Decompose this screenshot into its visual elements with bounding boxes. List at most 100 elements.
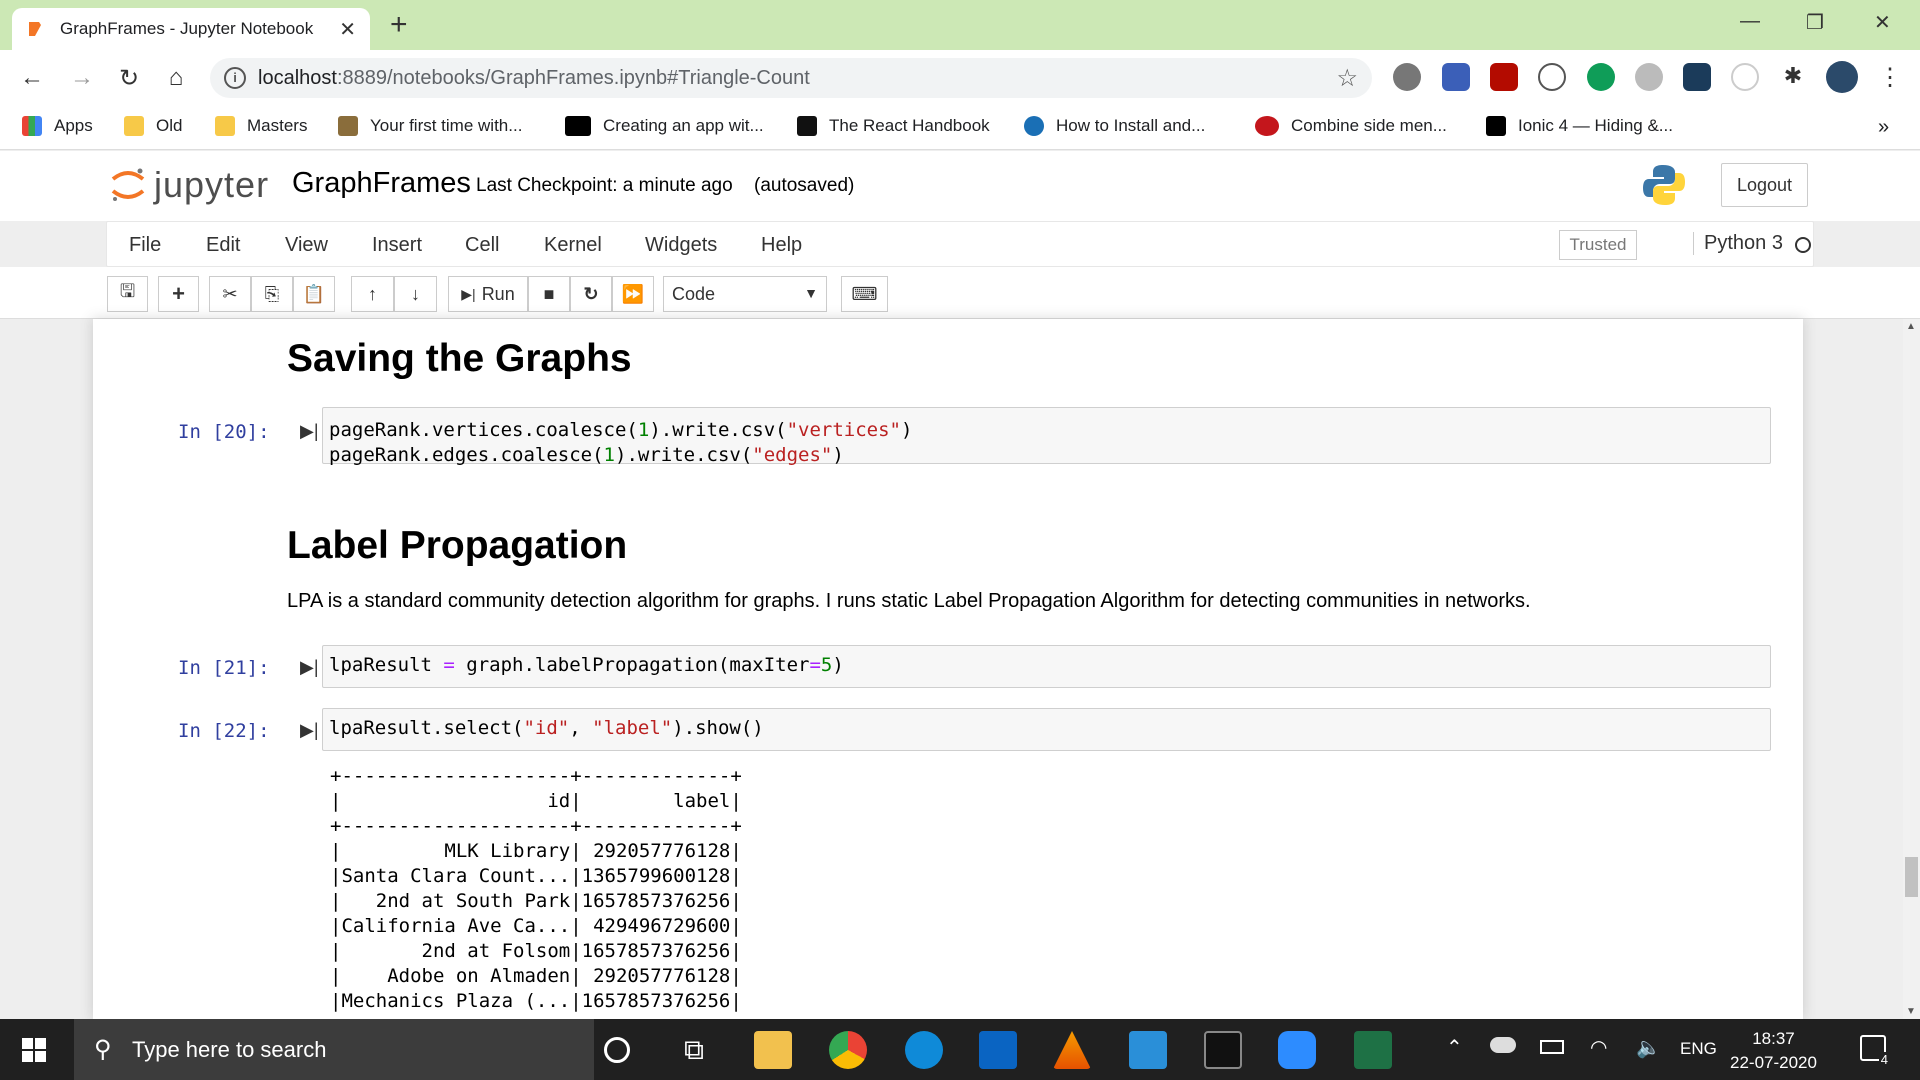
task-view-icon[interactable]: ⧉: [675, 1031, 713, 1069]
profile-avatar[interactable]: [1826, 61, 1858, 93]
pdf-extension-icon[interactable]: [1490, 63, 1518, 91]
bookmark-react-handbook[interactable]: The React Handbook: [797, 116, 990, 136]
menu-widgets[interactable]: Widgets: [645, 234, 717, 257]
paste-icon[interactable]: 📋: [293, 276, 335, 312]
bookmark-combine-side[interactable]: Combine side men...: [1255, 116, 1447, 136]
interrupt-icon[interactable]: ■: [528, 276, 570, 312]
record-extension-icon[interactable]: [1731, 63, 1759, 91]
extension-icon[interactable]: [1393, 63, 1421, 91]
menu-kernel[interactable]: Kernel: [544, 234, 602, 257]
menu-edit[interactable]: Edit: [206, 234, 240, 257]
address-bar[interactable]: i localhost:8889/notebooks/GraphFrames.i…: [210, 58, 1372, 98]
globe-icon: [1024, 116, 1044, 136]
zoom-icon[interactable]: [1278, 1031, 1316, 1069]
wifi-icon[interactable]: ◠: [1590, 1035, 1607, 1060]
code-cell-22[interactable]: lpaResult.select("id", "label").show(): [322, 708, 1771, 751]
bookmark-site-icon: [1255, 116, 1279, 136]
taskbar-search[interactable]: ⚲ Type here to search: [74, 1019, 594, 1080]
menu-insert[interactable]: Insert: [372, 234, 422, 257]
vlc-icon[interactable]: [1053, 1031, 1091, 1069]
vertical-scrollbar[interactable]: ▲ ▼: [1903, 319, 1920, 1019]
reload-icon[interactable]: ↻: [115, 64, 143, 92]
restart-run-all-icon[interactable]: ⏩: [612, 276, 654, 312]
code-extension-icon[interactable]: [1538, 63, 1566, 91]
menu-view[interactable]: View: [285, 234, 328, 257]
notifications-icon[interactable]: 4: [1860, 1035, 1890, 1067]
chat-extension-icon[interactable]: [1587, 63, 1615, 91]
menu-help[interactable]: Help: [761, 234, 802, 257]
home-icon[interactable]: ⌂: [162, 64, 190, 92]
scroll-up-icon[interactable]: ▲: [1906, 321, 1916, 332]
notification-count: 4: [1878, 1052, 1890, 1067]
bookmark-label: Old: [156, 116, 183, 135]
logout-button[interactable]: Logout: [1721, 163, 1808, 207]
restart-icon[interactable]: ↻: [570, 276, 612, 312]
code-cell-21[interactable]: lpaResult = graph.labelPropagation(maxIt…: [322, 645, 1771, 688]
cell-prompt: In [20]:: [178, 421, 270, 443]
bookmark-masters[interactable]: Masters: [215, 116, 307, 136]
windows-start-icon[interactable]: [22, 1038, 46, 1062]
back-icon[interactable]: ←: [18, 64, 46, 92]
bookmark-old[interactable]: Old: [124, 116, 182, 136]
language-indicator[interactable]: ENG: [1680, 1039, 1717, 1059]
run-cell-icon[interactable]: ▶|: [300, 421, 319, 442]
save-icon[interactable]: 🖫: [107, 276, 148, 312]
forward-icon[interactable]: →: [68, 64, 96, 92]
bookmark-ionic[interactable]: Ionic 4 — Hiding &...: [1486, 116, 1673, 136]
tray-chevron-up-icon[interactable]: ⌃: [1446, 1035, 1463, 1060]
scrollbar-thumb[interactable]: [1905, 857, 1918, 897]
cortana-icon[interactable]: [604, 1037, 630, 1063]
run-cell-icon[interactable]: ▶|: [300, 657, 319, 678]
puzzle-extensions-icon[interactable]: ✱: [1779, 63, 1807, 91]
cut-icon[interactable]: ✂: [209, 276, 251, 312]
bookmark-first-time[interactable]: Your first time with...: [338, 116, 522, 136]
excel-icon[interactable]: [1354, 1031, 1392, 1069]
bookmark-creating-app[interactable]: Creating an app wit...: [565, 116, 764, 136]
code-cell-20[interactable]: pageRank.vertices.coalesce(1).write.csv(…: [322, 407, 1771, 466]
move-up-icon[interactable]: ↑: [351, 276, 394, 312]
volume-icon[interactable]: 🔈: [1636, 1035, 1661, 1060]
close-window-icon[interactable]: ✕: [1874, 10, 1891, 35]
notebook-name[interactable]: GraphFrames: [292, 167, 471, 200]
zotero-extension-icon[interactable]: [1442, 63, 1470, 91]
scroll-down-icon[interactable]: ▼: [1906, 1006, 1916, 1017]
menu-file[interactable]: File: [129, 234, 161, 257]
onedrive-icon[interactable]: [1490, 1037, 1516, 1053]
chevron-down-icon: ▼: [804, 285, 818, 301]
clock[interactable]: 18:37 22-07-2020: [1730, 1027, 1817, 1075]
terminal-icon[interactable]: [1204, 1031, 1242, 1069]
minimize-icon[interactable]: —: [1740, 10, 1760, 33]
run-button[interactable]: ▶| Run: [448, 276, 528, 312]
react-extension-icon[interactable]: [1683, 63, 1711, 91]
vscode-icon[interactable]: [1129, 1031, 1167, 1069]
cell-type-select[interactable]: Code ▼: [663, 276, 827, 312]
keyboard-shortcuts-icon[interactable]: ⌨: [841, 276, 888, 312]
trusted-indicator[interactable]: Trusted: [1559, 230, 1637, 260]
skype-icon[interactable]: [905, 1031, 943, 1069]
close-tab-icon[interactable]: ✕: [339, 17, 356, 42]
copy-icon[interactable]: ⎘: [251, 276, 293, 312]
outlook-icon[interactable]: [979, 1031, 1017, 1069]
insert-cell-icon[interactable]: +: [158, 276, 199, 312]
bookmark-how-to-install[interactable]: How to Install and...: [1024, 116, 1205, 136]
file-explorer-icon[interactable]: [754, 1031, 792, 1069]
site-info-icon[interactable]: i: [224, 67, 246, 89]
menu-cell[interactable]: Cell: [465, 234, 499, 257]
new-tab-icon[interactable]: +: [390, 8, 408, 42]
chrome-icon[interactable]: [829, 1031, 867, 1069]
bookmark-apps[interactable]: Apps: [22, 116, 93, 136]
clock-date: 22-07-2020: [1730, 1053, 1817, 1072]
apps-grid-icon: [22, 116, 42, 136]
restore-icon[interactable]: ❐: [1806, 10, 1824, 35]
battery-icon[interactable]: [1540, 1040, 1564, 1054]
jupyter-logo[interactable]: jupyter: [110, 163, 269, 207]
move-down-icon[interactable]: ↓: [394, 276, 437, 312]
browser-tab[interactable]: GraphFrames - Jupyter Notebook ✕: [12, 8, 370, 50]
bookmarks-bar: Apps Old Masters Your first time with...…: [0, 106, 1920, 150]
cell-prompt: In [21]:: [178, 657, 270, 679]
run-cell-icon[interactable]: ▶|: [300, 720, 319, 741]
kebab-menu-icon[interactable]: ⋮: [1876, 63, 1904, 91]
gear-extension-icon[interactable]: [1635, 63, 1663, 91]
bookmark-star-icon[interactable]: ☆: [1336, 64, 1358, 93]
more-bookmarks-icon[interactable]: »: [1878, 116, 1889, 139]
